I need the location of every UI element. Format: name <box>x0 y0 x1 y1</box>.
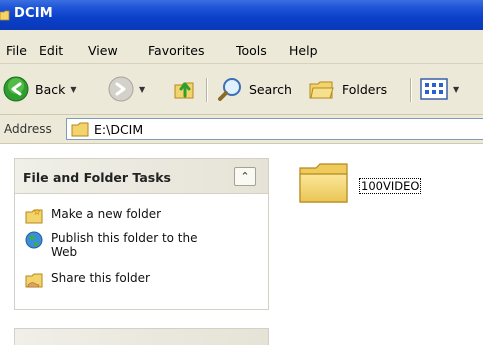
window-title: DCIM <box>14 6 53 21</box>
back-button[interactable]: Back ▼ <box>3 76 77 102</box>
chevron-up-icon: ⌃ <box>240 170 250 183</box>
collapse-button[interactable]: ⌃ <box>234 167 256 186</box>
folder-icon <box>299 163 348 203</box>
task-make-new-folder[interactable]: Make a new folder <box>25 207 161 225</box>
address-label: Address <box>4 122 52 136</box>
menu-favorites[interactable]: Favorites <box>148 43 204 58</box>
forward-arrow-icon <box>108 76 134 102</box>
folders-icon <box>309 81 334 99</box>
search-button[interactable]: Search <box>217 76 292 102</box>
folder-icon <box>71 122 89 137</box>
forward-button[interactable]: ▼ <box>108 76 145 102</box>
address-value: E:\DCIM <box>94 121 144 137</box>
menu-help[interactable]: Help <box>289 43 318 58</box>
task-pane: File and Folder Tasks ⌃ Make a new folde… <box>0 144 282 345</box>
back-dropdown-icon[interactable]: ▼ <box>70 85 76 94</box>
new-folder-icon <box>25 208 43 224</box>
folder-icon <box>0 10 10 21</box>
share-folder-icon <box>25 273 43 288</box>
search-label: Search <box>249 81 292 97</box>
forward-dropdown-icon[interactable]: ▼ <box>139 85 145 94</box>
up-folder-icon <box>174 82 194 99</box>
task-panel-header[interactable]: File and Folder Tasks ⌃ <box>15 159 268 194</box>
address-bar: Address E:\DCIM <box>0 115 483 144</box>
menu-view[interactable]: View <box>88 43 118 58</box>
task-panel-title: File and Folder Tasks <box>23 170 171 185</box>
views-icon <box>420 78 448 100</box>
up-folder-button[interactable] <box>172 76 198 102</box>
folder-name: 100VIDEO <box>359 178 422 194</box>
views-dropdown-icon[interactable]: ▼ <box>453 85 459 94</box>
menu-bar: File Edit View Favorites Tools Help <box>0 30 483 64</box>
toolbar: Back ▼ ▼ Search Folders ▼ <box>0 64 483 115</box>
publish-web-icon <box>25 231 43 249</box>
task-share-folder[interactable]: Share this folder <box>25 271 150 289</box>
task-publish-web[interactable]: Publish this folder to the Web <box>25 231 205 259</box>
menu-edit[interactable]: Edit <box>39 43 63 58</box>
file-folder-tasks-panel: File and Folder Tasks ⌃ Make a new folde… <box>14 158 269 310</box>
task-label: Publish this folder to the Web <box>51 231 198 259</box>
back-arrow-icon <box>3 76 29 102</box>
second-task-panel-header[interactable] <box>14 328 269 345</box>
folders-label: Folders <box>342 81 388 97</box>
back-label: Back <box>35 81 66 97</box>
title-bar[interactable]: DCIM <box>0 0 483 30</box>
address-input[interactable]: E:\DCIM <box>66 118 483 140</box>
search-icon <box>218 78 241 101</box>
toolbar-separator <box>206 78 208 102</box>
menu-tools[interactable]: Tools <box>236 43 267 58</box>
task-label: Share this folder <box>51 271 150 285</box>
views-button[interactable]: ▼ <box>420 76 459 102</box>
task-label: Make a new folder <box>51 207 162 221</box>
folders-button[interactable]: Folders <box>308 76 387 102</box>
menu-file[interactable]: File <box>6 43 27 58</box>
toolbar-separator <box>410 78 412 102</box>
